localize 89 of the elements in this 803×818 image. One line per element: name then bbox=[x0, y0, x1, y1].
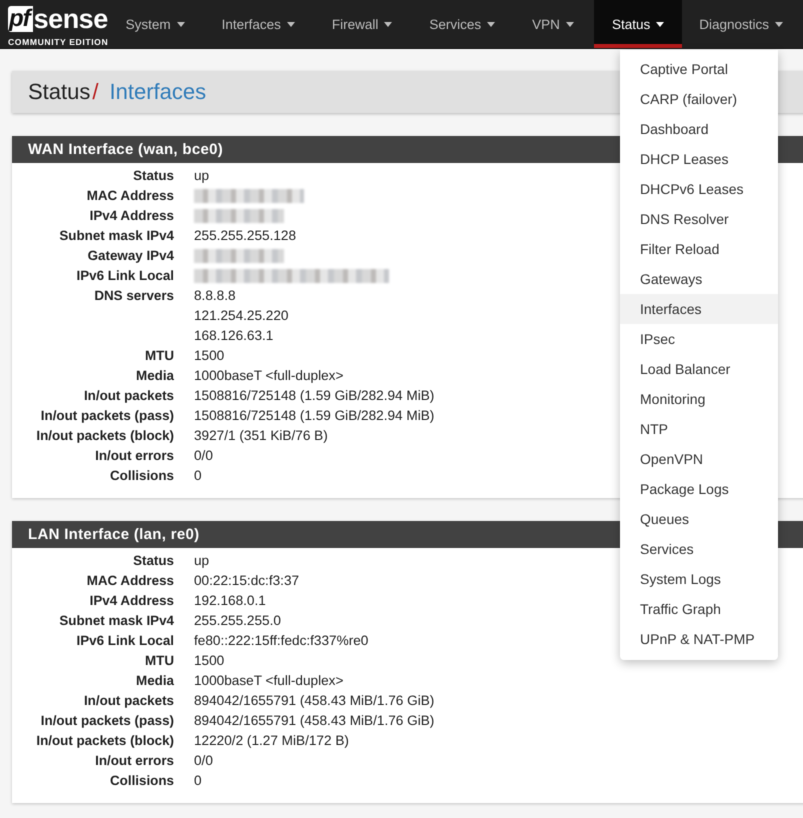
field-value: 894042/1655791 (458.43 MiB/1.76 GiB) bbox=[194, 712, 434, 730]
caret-icon bbox=[176, 22, 185, 26]
nav-menu-item[interactable]: Firewall bbox=[314, 0, 410, 48]
logo-mark: pf bbox=[8, 6, 33, 32]
logo-wordmark: sense bbox=[34, 6, 108, 32]
nav-menu-item[interactable]: VPN bbox=[515, 0, 591, 48]
logo-edition: COMMUNITY EDITION bbox=[8, 37, 108, 47]
dropdown-item[interactable]: Traffic Graph bbox=[620, 594, 778, 624]
field-label: Collisions bbox=[109, 467, 174, 485]
field-label: Media bbox=[135, 367, 174, 385]
field-value: up bbox=[194, 167, 210, 185]
breadcrumb-section: Status bbox=[28, 79, 90, 105]
field-label: Subnet mask IPv4 bbox=[58, 227, 174, 245]
field-value: 3927/1 (351 KiB/76 B) bbox=[194, 427, 328, 445]
caret-icon bbox=[656, 22, 664, 26]
breadcrumb-separator: / bbox=[92, 79, 98, 105]
field-label: MAC Address bbox=[86, 187, 174, 205]
field-value: 192.168.0.1 bbox=[194, 592, 266, 610]
field-label: In/out packets (block) bbox=[35, 732, 174, 750]
dropdown-item[interactable]: CARP (failover) bbox=[620, 84, 778, 114]
caret-icon bbox=[566, 22, 574, 26]
dropdown-item[interactable]: System Logs bbox=[620, 564, 778, 594]
field-value: 1000baseT <full-duplex> bbox=[194, 672, 344, 690]
field-value: 0/0 bbox=[194, 447, 213, 465]
caret-icon bbox=[384, 22, 392, 26]
field-value: 1508816/725148 (1.59 GiB/282.94 MiB) bbox=[194, 407, 434, 425]
field-value: 0/0 bbox=[194, 752, 213, 770]
field-label: IPv4 Address bbox=[88, 592, 174, 610]
field-value: 0 bbox=[194, 467, 202, 485]
field-label: In/out packets (pass) bbox=[40, 712, 174, 730]
field-value: 1000baseT <full-duplex> bbox=[194, 367, 344, 385]
field-label: MTU bbox=[144, 347, 174, 365]
nav-menu-item[interactable]: System bbox=[108, 0, 202, 48]
field-label: In/out errors bbox=[94, 447, 174, 465]
dropdown-item[interactable]: Monitoring bbox=[620, 384, 778, 414]
nav-menu-item[interactable]: Services bbox=[412, 0, 512, 48]
dropdown-item[interactable]: Queues bbox=[620, 504, 778, 534]
field-value: 168.126.63.1 bbox=[194, 327, 274, 345]
field-value: 12220/2 (1.27 MiB/172 B) bbox=[194, 732, 349, 750]
field-label: Collisions bbox=[109, 772, 174, 790]
field-label: Media bbox=[135, 672, 174, 690]
field-label: DNS servers bbox=[93, 287, 174, 305]
dropdown-item[interactable]: Load Balancer bbox=[620, 354, 778, 384]
dropdown-item[interactable]: DHCP Leases bbox=[620, 144, 778, 174]
dropdown-item[interactable]: Captive Portal bbox=[620, 54, 778, 84]
field-label: In/out packets (pass) bbox=[40, 407, 174, 425]
caret-icon bbox=[286, 22, 295, 26]
dropdown-item[interactable]: Package Logs bbox=[620, 474, 778, 504]
field-label: In/out packets (block) bbox=[35, 427, 174, 445]
field-label: MTU bbox=[144, 652, 174, 670]
field-label: IPv4 Address bbox=[88, 207, 174, 225]
caret-icon bbox=[487, 22, 496, 26]
dropdown-item[interactable]: IPsec bbox=[620, 324, 778, 354]
dropdown-item[interactable]: UPnP & NAT-PMP bbox=[620, 624, 778, 654]
field-label: IPv6 Link Local bbox=[76, 632, 174, 650]
dropdown-item[interactable]: DNS Resolver bbox=[620, 204, 778, 234]
field-value: 00:22:15:dc:f3:37 bbox=[194, 572, 300, 590]
field-label: Status bbox=[132, 167, 174, 185]
dropdown-item[interactable]: Services bbox=[620, 534, 778, 564]
field-label: IPv6 Link Local bbox=[76, 267, 174, 285]
dropdown-item[interactable]: Filter Reload bbox=[620, 234, 778, 264]
field-value: 1508816/725148 (1.59 GiB/282.94 MiB) bbox=[194, 387, 434, 405]
dropdown-item[interactable]: DHCPv6 Leases bbox=[620, 174, 778, 204]
dropdown-item[interactable]: Interfaces bbox=[620, 294, 778, 324]
dropdown-item[interactable]: Gateways bbox=[620, 264, 778, 294]
field-value: 0 bbox=[194, 772, 202, 790]
dropdown-item[interactable]: Dashboard bbox=[620, 114, 778, 144]
caret-icon bbox=[775, 22, 783, 26]
field-value: 255.255.255.0 bbox=[194, 612, 281, 630]
field-label: Status bbox=[132, 552, 174, 570]
field-value: fe80::222:15ff:fedc:f337%re0 bbox=[194, 632, 368, 650]
field-label: Subnet mask IPv4 bbox=[58, 612, 174, 630]
nav-menu-item[interactable]: Interfaces bbox=[204, 0, 312, 48]
field-label: In/out errors bbox=[94, 752, 174, 770]
dropdown-item[interactable]: OpenVPN bbox=[620, 444, 778, 474]
field-value: 1500 bbox=[194, 347, 224, 365]
field-value: 894042/1655791 (458.43 MiB/1.76 GiB) bbox=[194, 692, 434, 710]
nav-menu-item[interactable]: Diagnostics bbox=[682, 0, 800, 48]
field-value: 8.8.8.8 bbox=[194, 287, 236, 305]
field-label: MAC Address bbox=[86, 572, 174, 590]
field-value: 121.254.25.220 bbox=[194, 307, 288, 325]
nav-menu-item[interactable]: Status bbox=[594, 0, 682, 48]
field-value: up bbox=[194, 552, 210, 570]
field-value: 1500 bbox=[194, 652, 224, 670]
field-label: In/out packets bbox=[82, 387, 174, 405]
dropdown-item[interactable]: NTP bbox=[620, 414, 778, 444]
field-label: In/out packets bbox=[82, 692, 174, 710]
field-value: 255.255.255.128 bbox=[194, 227, 296, 245]
field-label: Gateway IPv4 bbox=[86, 247, 174, 265]
